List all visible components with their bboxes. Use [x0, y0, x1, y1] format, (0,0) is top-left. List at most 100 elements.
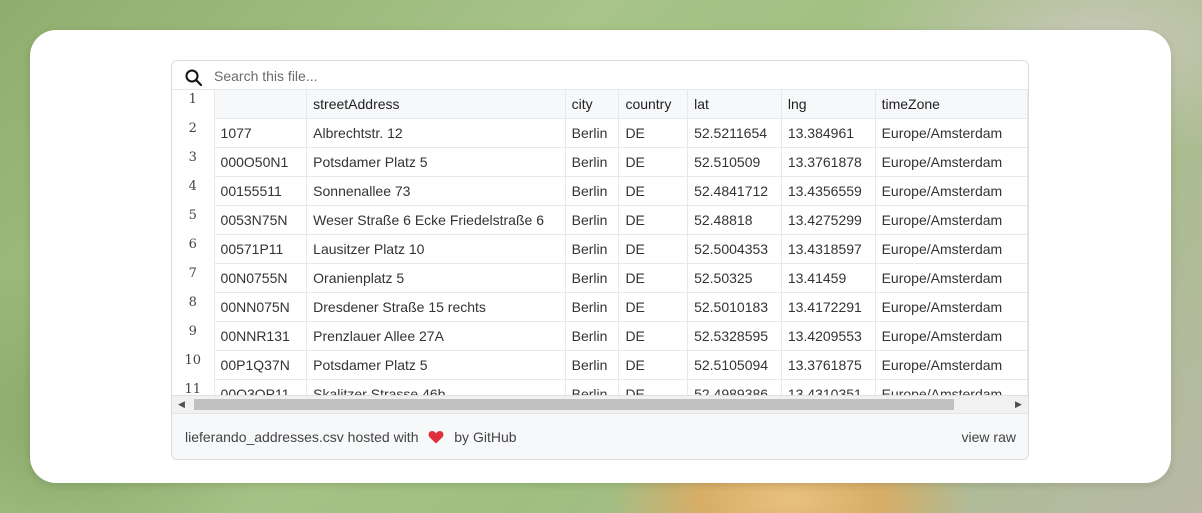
table-cell: Potsdamer Platz 5	[306, 147, 566, 177]
table-cell: Europe/Amsterdam	[874, 292, 1028, 322]
table-row: 9 00NNR131 Prenzlauer Allee 27A Berlin D…	[172, 321, 1028, 351]
scrollbar-thumb[interactable]	[194, 399, 954, 410]
table-row: 8 00NN075N Dresdener Straße 15 rechts Be…	[172, 292, 1028, 322]
table-cell: 00NNR131	[213, 321, 308, 351]
hosted-text: hosted with	[347, 429, 419, 445]
table-cell: DE	[618, 321, 689, 351]
table-cell: DE	[618, 263, 689, 293]
table-cell: 00571P11	[213, 234, 308, 264]
search-input[interactable]	[212, 65, 1016, 87]
table-cell: Berlin	[564, 292, 620, 322]
column-header[interactable]: lng	[780, 89, 876, 119]
table-cell: Berlin	[564, 263, 620, 293]
table-cell: 000O50N1	[213, 147, 308, 177]
table-row: 6 00571P11 Lausitzer Platz 10 Berlin DE …	[172, 234, 1028, 264]
line-number: 7	[172, 263, 215, 293]
line-number: 3	[172, 147, 215, 177]
arrow-right-icon[interactable]: ▶	[1013, 399, 1024, 410]
file-name-link[interactable]: lieferando_addresses.csv	[185, 429, 344, 445]
table-cell: 00NN075N	[213, 292, 308, 322]
column-header[interactable]: city	[564, 89, 620, 119]
table-cell: Weser Straße 6 Ecke Friedelstraße 6	[306, 205, 566, 235]
table-cell: 52.510509	[687, 147, 782, 177]
table-cell: Berlin	[564, 321, 620, 351]
table-cell: Berlin	[564, 350, 620, 380]
table-cell: 52.5105094	[687, 350, 782, 380]
column-header[interactable]	[213, 89, 308, 119]
by-text: by	[454, 429, 470, 445]
table-cell: Dresdener Straße 15 rechts	[306, 292, 566, 322]
table-cell: Europe/Amsterdam	[874, 205, 1028, 235]
table-cell: DE	[618, 147, 689, 177]
table-cell: 13.4172291	[780, 292, 876, 322]
github-link[interactable]: GitHub	[473, 429, 517, 445]
heart-icon	[428, 430, 444, 444]
horizontal-scrollbar[interactable]: ◀ ▶	[172, 395, 1028, 413]
table-row: 3 000O50N1 Potsdamer Platz 5 Berlin DE 5…	[172, 147, 1028, 177]
line-number: 9	[172, 321, 215, 351]
table-cell: Europe/Amsterdam	[874, 147, 1028, 177]
table-cell: Oranienplatz 5	[306, 263, 566, 293]
table-cell: 00N0755N	[213, 263, 308, 293]
table-cell: Europe/Amsterdam	[874, 321, 1028, 351]
table-cell: 13.4275299	[780, 205, 876, 235]
table-cell: Europe/Amsterdam	[874, 234, 1028, 264]
table-cell: DE	[618, 292, 689, 322]
table-cell: Albrechtstr. 12	[306, 118, 566, 148]
view-raw-link[interactable]: view raw	[962, 429, 1016, 445]
table-header-row: 1 streetAddress city country lat lng tim…	[172, 89, 1028, 119]
line-number: 4	[172, 176, 215, 206]
gist-footer: lieferando_addresses.csv hosted with by …	[172, 413, 1028, 459]
table-cell: 52.4841712	[687, 176, 782, 206]
column-header[interactable]: lat	[687, 89, 782, 119]
table-cell: Berlin	[564, 176, 620, 206]
table-cell: 52.5211654	[687, 118, 782, 148]
table-cell: 52.5010183	[687, 292, 782, 322]
column-header[interactable]: country	[618, 89, 689, 119]
search-bar	[172, 61, 1028, 90]
table-cell: Europe/Amsterdam	[874, 350, 1028, 380]
line-number: 1	[172, 89, 215, 119]
table-cell: Europe/Amsterdam	[874, 118, 1028, 148]
table-cell: 52.5004353	[687, 234, 782, 264]
table-cell: 52.48818	[687, 205, 782, 235]
table-cell: Potsdamer Platz 5	[306, 350, 566, 380]
footer-meta: lieferando_addresses.csv hosted with by …	[185, 429, 517, 445]
table-cell: DE	[618, 350, 689, 380]
table-row: 10 00P1Q37N Potsdamer Platz 5 Berlin DE …	[172, 350, 1028, 380]
table-row: 2 1077 Albrechtstr. 12 Berlin DE 52.5211…	[172, 118, 1028, 148]
table-cell: 0053N75N	[213, 205, 308, 235]
table-cell: Lausitzer Platz 10	[306, 234, 566, 264]
table-cell: 13.3761875	[780, 350, 876, 380]
table-row: 7 00N0755N Oranienplatz 5 Berlin DE 52.5…	[172, 263, 1028, 293]
arrow-left-icon[interactable]: ◀	[176, 399, 187, 410]
table-cell: Europe/Amsterdam	[874, 176, 1028, 206]
table-cell: Berlin	[564, 234, 620, 264]
table-cell: Prenzlauer Allee 27A	[306, 321, 566, 351]
table-cell: DE	[618, 118, 689, 148]
line-number: 10	[172, 350, 215, 380]
table-cell: 13.4209553	[780, 321, 876, 351]
search-icon	[185, 69, 202, 86]
table-row: 4 00155511 Sonnenallee 73 Berlin DE 52.4…	[172, 176, 1028, 206]
line-number: 8	[172, 292, 215, 322]
table-cell: 1077	[213, 118, 308, 148]
column-header[interactable]: streetAddress	[306, 89, 566, 119]
line-number: 2	[172, 118, 215, 148]
table-cell: 00155511	[213, 176, 308, 206]
table-cell: 52.50325	[687, 263, 782, 293]
table-cell: 13.4318597	[780, 234, 876, 264]
csv-table: 1 streetAddress city country lat lng tim…	[172, 89, 1028, 409]
table-cell: Sonnenallee 73	[306, 176, 566, 206]
table-cell: 13.3761878	[780, 147, 876, 177]
table-cell: 52.5328595	[687, 321, 782, 351]
table-cell: Berlin	[564, 118, 620, 148]
line-number: 6	[172, 234, 215, 264]
column-header[interactable]: timeZone	[874, 89, 1028, 119]
table-cell: 13.4356559	[780, 176, 876, 206]
table-cell: Europe/Amsterdam	[874, 263, 1028, 293]
table-cell: 00P1Q37N	[213, 350, 308, 380]
table-cell: 13.384961	[780, 118, 876, 148]
table-cell: DE	[618, 205, 689, 235]
gist-embed: 1 streetAddress city country lat lng tim…	[171, 60, 1029, 460]
